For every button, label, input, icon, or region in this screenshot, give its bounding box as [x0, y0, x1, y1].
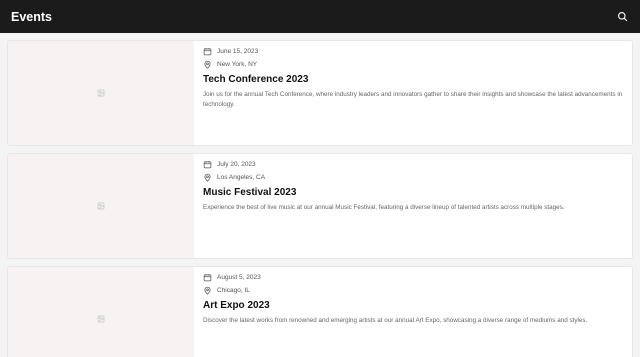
event-title[interactable]: Tech Conference 2023 — [203, 74, 624, 85]
event-date: July 20, 2023 — [217, 161, 256, 168]
app-header: Events — [0, 0, 640, 33]
search-icon — [617, 12, 627, 22]
map-pin-icon — [204, 286, 211, 295]
event-title[interactable]: Music Festival 2023 — [203, 187, 624, 198]
event-location-row: New York, NY — [203, 58, 624, 71]
event-card[interactable]: August 5, 2023 Chicago, IL Art Expo 2023… — [7, 266, 633, 357]
image-placeholder-icon — [97, 315, 105, 323]
event-image — [8, 154, 194, 258]
map-pin-icon — [204, 60, 211, 69]
event-card[interactable]: June 15, 2023 New York, NY Tech Conferen… — [7, 40, 633, 146]
image-placeholder-icon — [97, 89, 105, 97]
event-info: June 15, 2023 New York, NY Tech Conferen… — [194, 41, 632, 145]
event-date-row: July 20, 2023 — [203, 158, 624, 171]
event-location-row: Los Angeles, CA — [203, 171, 624, 184]
event-image — [8, 41, 194, 145]
event-description: Experience the best of live music at our… — [203, 204, 565, 211]
calendar-icon — [203, 161, 212, 169]
page-title: Events — [11, 9, 52, 24]
events-list: June 15, 2023 New York, NY Tech Conferen… — [0, 33, 640, 357]
map-pin-icon — [204, 173, 211, 182]
event-image — [8, 267, 194, 357]
event-date-row: August 5, 2023 — [203, 271, 624, 284]
event-date: June 15, 2023 — [217, 48, 259, 55]
image-placeholder-icon — [97, 202, 105, 210]
event-info: July 20, 2023 Los Angeles, CA Music Fest… — [194, 154, 632, 258]
event-date: August 5, 2023 — [217, 274, 261, 281]
calendar-icon — [203, 48, 212, 56]
event-date-row: June 15, 2023 — [203, 45, 624, 58]
event-location-row: Chicago, IL — [203, 284, 624, 297]
event-info: August 5, 2023 Chicago, IL Art Expo 2023… — [194, 267, 632, 357]
event-location: New York, NY — [217, 61, 258, 68]
event-card[interactable]: July 20, 2023 Los Angeles, CA Music Fest… — [7, 153, 633, 259]
event-location: Los Angeles, CA — [217, 174, 266, 181]
calendar-icon — [203, 274, 212, 282]
event-description: Discover the latest works from renowned … — [203, 317, 588, 324]
search-button[interactable] — [614, 9, 630, 25]
event-title[interactable]: Art Expo 2023 — [203, 300, 624, 311]
event-description: Join us for the annual Tech Conference, … — [203, 91, 623, 108]
event-location: Chicago, IL — [217, 287, 250, 294]
